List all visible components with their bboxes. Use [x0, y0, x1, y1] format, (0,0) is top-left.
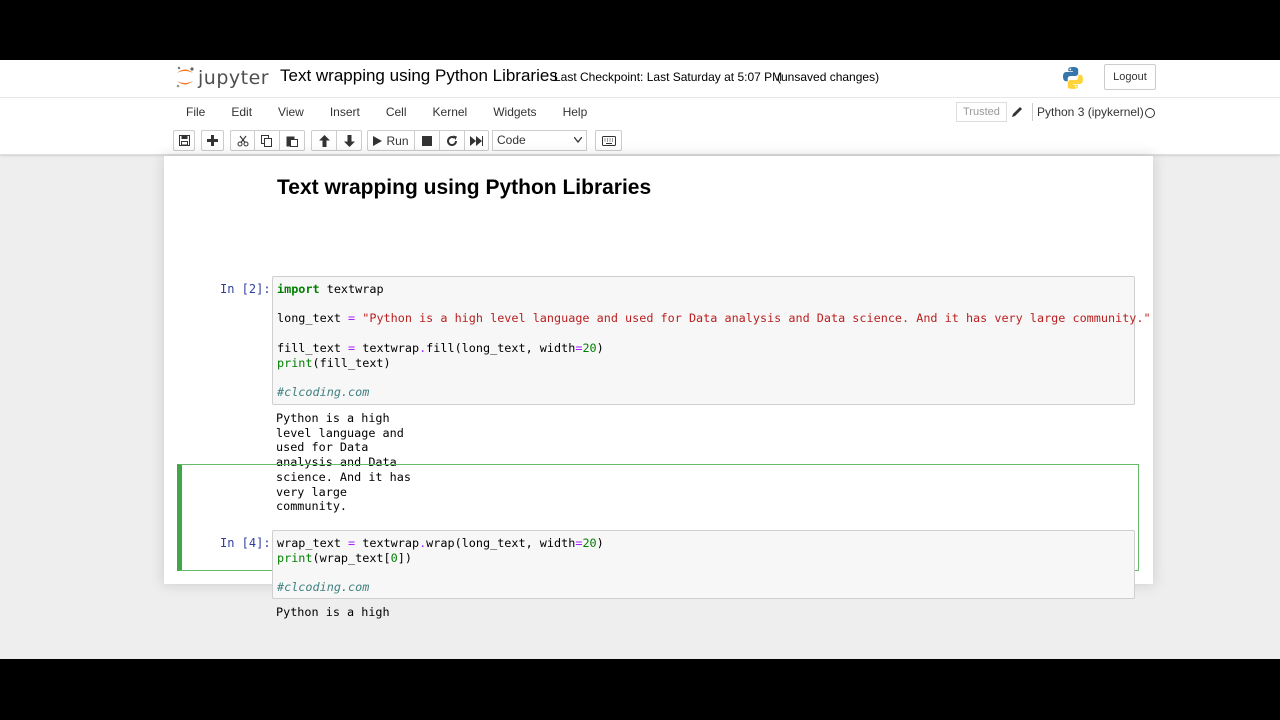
kernel-name: Python 3 (ipykernel): [1037, 105, 1144, 119]
restart-button[interactable]: [439, 130, 465, 151]
code-editor[interactable]: import textwrap long_text = "Python is a…: [272, 276, 1151, 405]
cell-type-select[interactable]: Code: [492, 130, 587, 151]
letterbox-bottom: [0, 659, 1280, 720]
scissors-icon: [237, 135, 248, 146]
arrow-down-icon: [343, 134, 355, 147]
run-label: Run: [386, 133, 409, 148]
menubar: File Edit View Insert Cell Kernel Widget…: [0, 98, 1280, 126]
menu-file[interactable]: File: [173, 98, 218, 126]
cut-button[interactable]: [230, 130, 255, 151]
save-button[interactable]: [173, 130, 195, 151]
jupyter-window: jupyter Text wrapping using Python Libra…: [0, 60, 1280, 659]
checkpoint-status: Last Checkpoint: Last Saturday at 5:07 P…: [554, 70, 783, 84]
paste-icon: [286, 136, 298, 147]
menu-view[interactable]: View: [265, 98, 317, 126]
interrupt-button[interactable]: [414, 130, 440, 151]
play-icon: [373, 135, 383, 146]
output-line: level language and: [276, 425, 404, 440]
keyboard-icon: [601, 135, 616, 146]
copy-button[interactable]: [254, 130, 280, 151]
fast-forward-icon: [470, 135, 483, 146]
output-line: Python is a high: [276, 411, 390, 425]
cell-prompt: In [2]:: [220, 282, 271, 296]
restart-run-all-button[interactable]: [464, 130, 489, 151]
menu-widgets[interactable]: Widgets: [480, 98, 549, 126]
paste-button[interactable]: [279, 130, 305, 151]
cell-output: Python is a high: [276, 605, 390, 620]
jupyter-logo[interactable]: jupyter: [175, 65, 270, 91]
trusted-indicator[interactable]: Trusted: [956, 102, 1007, 122]
menu: File Edit View Insert Cell Kernel Widget…: [173, 98, 600, 126]
move-down-button[interactable]: [336, 130, 362, 151]
markdown-heading[interactable]: Text wrapping using Python Libraries: [277, 176, 651, 200]
insert-cell-button[interactable]: [201, 130, 224, 151]
output-line: Python is a high: [276, 605, 390, 619]
logout-button[interactable]: Logout: [1104, 64, 1156, 90]
run-button[interactable]: Run: [367, 130, 415, 151]
menu-help[interactable]: Help: [550, 98, 601, 126]
command-palette-button[interactable]: [595, 130, 622, 151]
plus-icon: [207, 135, 218, 146]
menu-cell[interactable]: Cell: [373, 98, 420, 126]
move-up-button[interactable]: [311, 130, 337, 151]
notebook-container: Text wrapping using Python Libraries In …: [164, 156, 1153, 619]
refresh-icon: [447, 135, 458, 146]
menu-kernel[interactable]: Kernel: [420, 98, 481, 126]
header: jupyter Text wrapping using Python Libra…: [0, 60, 1280, 98]
stop-icon: [422, 135, 432, 146]
code-content: wrap_text = textwrap.wrap(long_text, wid…: [277, 536, 604, 595]
output-line: used for Data: [276, 440, 369, 455]
logo-text: jupyter: [198, 67, 270, 89]
code-editor[interactable]: wrap_text = textwrap.wrap(long_text, wid…: [272, 530, 1135, 599]
cell-prompt: In [4]:: [220, 536, 271, 550]
menu-insert[interactable]: Insert: [317, 98, 373, 126]
notebook-title[interactable]: Text wrapping using Python Libraries: [280, 66, 558, 86]
python-logo-icon: [1063, 67, 1083, 89]
code-content: import textwrap long_text = "Python is a…: [277, 282, 1151, 399]
jupyter-logo-icon: [176, 66, 194, 88]
chevron-down-icon: [574, 137, 582, 143]
toolbar: Run Code: [0, 126, 1280, 155]
copy-icon: [261, 134, 272, 147]
pencil-icon[interactable]: [1010, 105, 1024, 119]
kernel-idle-indicator-icon: [1145, 108, 1155, 118]
cell-type-value: Code: [497, 133, 526, 147]
arrow-up-icon: [318, 134, 330, 147]
kernel-separator: [1032, 103, 1033, 121]
autosave-status: (unsaved changes): [777, 70, 880, 84]
save-icon: [178, 135, 190, 146]
menu-edit[interactable]: Edit: [218, 98, 265, 126]
